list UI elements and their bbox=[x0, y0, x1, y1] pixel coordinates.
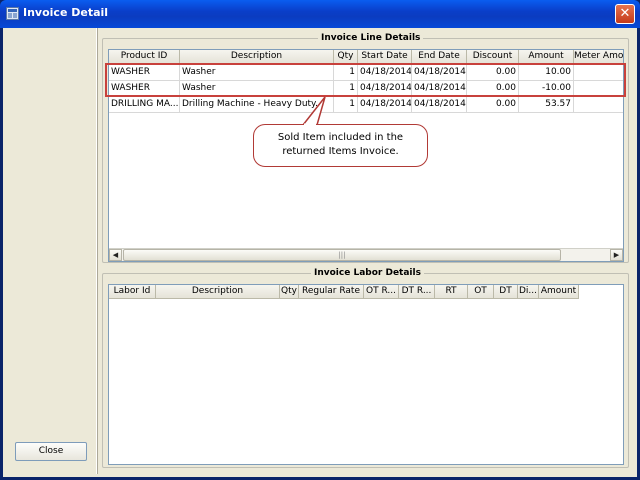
cell-start-date: 04/18/2014 bbox=[358, 97, 412, 113]
column-header-amount[interactable]: Amount bbox=[519, 50, 574, 64]
invoice-line-details-title: Invoice Line Details bbox=[318, 33, 424, 44]
cell-qty: 1 bbox=[334, 97, 358, 113]
cell-amount: 53.57 bbox=[519, 97, 574, 113]
column-header-dt-rate[interactable]: DT R... bbox=[399, 285, 435, 299]
invoice-labor-header: Labor Id Description Qty Regular Rate OT… bbox=[109, 285, 579, 299]
callout-line-2: returned Items Invoice. bbox=[282, 146, 399, 157]
column-header-ot-rate[interactable]: OT R... bbox=[364, 285, 399, 299]
column-header-description[interactable]: Description bbox=[180, 50, 334, 64]
table-row[interactable]: DRILLING MA... Drilling Machine - Heavy … bbox=[109, 97, 623, 113]
scroll-left-button[interactable]: ◀ bbox=[109, 249, 122, 261]
title-bar[interactable]: Invoice Detail ✕ bbox=[0, 0, 640, 28]
invoice-detail-window: Invoice Detail ✕ Close Invoice Line Deta… bbox=[0, 0, 640, 480]
cell-discount: 0.00 bbox=[467, 97, 519, 113]
column-header-labor-description[interactable]: Description bbox=[156, 285, 280, 299]
invoice-labor-details-title: Invoice Labor Details bbox=[311, 268, 424, 279]
invoice-line-header: Product ID Description Qty Start Date En… bbox=[109, 50, 623, 64]
column-header-product-id[interactable]: Product ID bbox=[109, 50, 180, 64]
scroll-thumb[interactable]: ||| bbox=[123, 249, 561, 261]
highlight-box bbox=[105, 63, 626, 97]
cell-end-date: 04/18/2014 bbox=[412, 97, 467, 113]
annotation-callout: Sold Item included in the returned Items… bbox=[253, 124, 428, 167]
cell-description: Drilling Machine - Heavy Duty... bbox=[180, 97, 334, 113]
close-icon[interactable]: ✕ bbox=[615, 4, 635, 24]
window-title: Invoice Detail bbox=[23, 6, 109, 19]
column-header-labor-amount[interactable]: Amount bbox=[539, 285, 579, 299]
window-app-icon bbox=[6, 7, 19, 20]
window-client-area: Close Invoice Line Details Product ID De… bbox=[3, 28, 637, 477]
scroll-right-button[interactable]: ▶ bbox=[610, 249, 623, 261]
column-header-start-date[interactable]: Start Date bbox=[358, 50, 412, 64]
invoice-labor-table: Labor Id Description Qty Regular Rate OT… bbox=[108, 284, 624, 465]
column-header-dt[interactable]: DT bbox=[494, 285, 518, 299]
horizontal-scrollbar[interactable]: ◀ ||| ▶ bbox=[109, 248, 623, 261]
column-header-discount[interactable]: Discount bbox=[467, 50, 519, 64]
column-header-di[interactable]: Di... bbox=[518, 285, 539, 299]
column-header-labor-qty[interactable]: Qty bbox=[280, 285, 299, 299]
column-header-rt[interactable]: RT bbox=[435, 285, 468, 299]
column-header-labor-id[interactable]: Labor Id bbox=[109, 285, 156, 299]
column-header-regular-rate[interactable]: Regular Rate bbox=[299, 285, 364, 299]
invoice-labor-details-group: Invoice Labor Details Labor Id Descripti… bbox=[102, 268, 629, 468]
column-header-qty[interactable]: Qty bbox=[334, 50, 358, 64]
column-header-end-date[interactable]: End Date bbox=[412, 50, 467, 64]
cell-meter-amount bbox=[574, 97, 623, 113]
cell-product-id: DRILLING MA... bbox=[109, 97, 180, 113]
column-header-meter-amount[interactable]: Meter Amou bbox=[574, 50, 623, 64]
close-button[interactable]: Close bbox=[15, 442, 87, 461]
column-header-ot[interactable]: OT bbox=[468, 285, 494, 299]
callout-line-1: Sold Item included in the bbox=[277, 132, 404, 143]
left-panel: Close bbox=[5, 28, 97, 474]
